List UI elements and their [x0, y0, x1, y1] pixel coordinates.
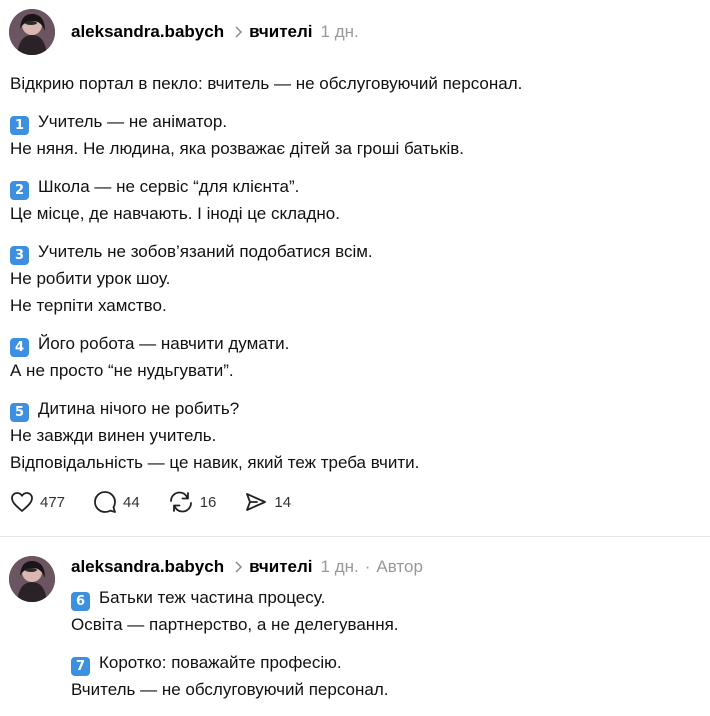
repost-icon [169, 491, 192, 513]
post-actions: 477 44 16 14 [10, 490, 319, 514]
point-line: Дитина нічого не робить? [38, 399, 240, 418]
topic-link[interactable]: вчителі [249, 557, 312, 577]
keycap-1-icon: 1 [10, 116, 29, 135]
chevron-right-icon [235, 561, 243, 573]
list-item: 3 Учитель не зобов’язаний подобатися всім… [10, 238, 522, 319]
list-item: 2 Школа — не сервіс “для клієнта”. Це міс… [10, 173, 522, 227]
keycap-7-icon: 7 [71, 657, 90, 676]
post-intro: Відкрию портал в пекло: вчитель — не обс… [10, 74, 523, 93]
point-line: Це місце, де навчають. І іноді це складн… [10, 204, 340, 223]
author-label: Автор [376, 557, 423, 576]
point-line: Школа — не сервіс “для клієнта”. [38, 177, 300, 196]
reply-header: aleksandra.babych вчителі 1 дн. · Автор [71, 557, 423, 577]
point-line: Учитель не зобов’язаний подобатися всім. [38, 242, 373, 261]
repost-count: 16 [199, 493, 217, 511]
keycap-6-icon: 6 [71, 592, 90, 611]
post-body: Відкрию портал в пекло: вчитель — не обс… [10, 70, 522, 476]
username-link[interactable]: aleksandra.babych [71, 22, 224, 42]
list-item: 1 Учитель — не аніматор. Не няня. Не люди… [10, 108, 522, 162]
comment-button[interactable]: 44 [93, 490, 140, 514]
post-header: aleksandra.babych вчителі 1 дн. [71, 22, 359, 42]
chevron-right-icon [235, 26, 243, 38]
point-line: Не завжди винен учитель. [10, 426, 217, 445]
point-line: Не робити урок шоу. [10, 269, 171, 288]
reply-body: 6 Батьки теж частина процесу. Освіта — па… [71, 584, 399, 703]
point-line: Освіта — партнерство, а не делегування. [71, 615, 399, 634]
post-time[interactable]: 1 дн. [321, 557, 359, 577]
point-line: Не терпіти хамство. [10, 296, 167, 315]
share-count: 14 [274, 493, 292, 511]
repost-button[interactable]: 16 [168, 490, 217, 514]
point-line: Батьки теж частина процесу. [99, 588, 326, 607]
username-link[interactable]: aleksandra.babych [71, 557, 224, 577]
point-line: Його робота — навчити думати. [38, 334, 290, 353]
list-item: 5 Дитина нічого не робить? Не завжди вине… [10, 395, 522, 476]
point-line: А не просто “не нудьгувати”. [10, 361, 234, 380]
list-item: 4 Його робота — навчити думати. А не прос… [10, 330, 522, 384]
list-item: 7 Коротко: поважайте професію. Вчитель — … [71, 649, 399, 703]
point-line: Відповідальність — це навик, який теж тр… [10, 453, 420, 472]
list-item: 6 Батьки теж частина процесу. Освіта — па… [71, 584, 399, 638]
comment-icon [94, 491, 116, 513]
keycap-3-icon: 3 [10, 246, 29, 265]
avatar[interactable] [9, 9, 55, 55]
comment-count: 44 [123, 493, 140, 511]
point-line: Учитель — не аніматор. [38, 112, 228, 131]
meta-separator: · [364, 557, 371, 576]
heart-icon [11, 492, 33, 512]
keycap-5-icon: 5 [10, 403, 29, 422]
avatar-photo [9, 9, 55, 55]
like-count: 477 [40, 493, 66, 511]
keycap-4-icon: 4 [10, 338, 29, 357]
keycap-2-icon: 2 [10, 181, 29, 200]
point-line: Вчитель — не обслуговуючий персонал. [71, 680, 389, 699]
send-icon [246, 493, 267, 511]
avatar-photo [9, 556, 55, 602]
divider [0, 536, 710, 537]
post-time[interactable]: 1 дн. [321, 22, 359, 42]
share-button[interactable]: 14 [244, 491, 291, 513]
avatar[interactable] [9, 556, 55, 602]
point-line: Коротко: поважайте професію. [99, 653, 342, 672]
point-line: Не няня. Не людина, яка розважає дітей з… [10, 139, 464, 158]
topic-link[interactable]: вчителі [249, 22, 312, 42]
like-button[interactable]: 477 [10, 491, 65, 513]
